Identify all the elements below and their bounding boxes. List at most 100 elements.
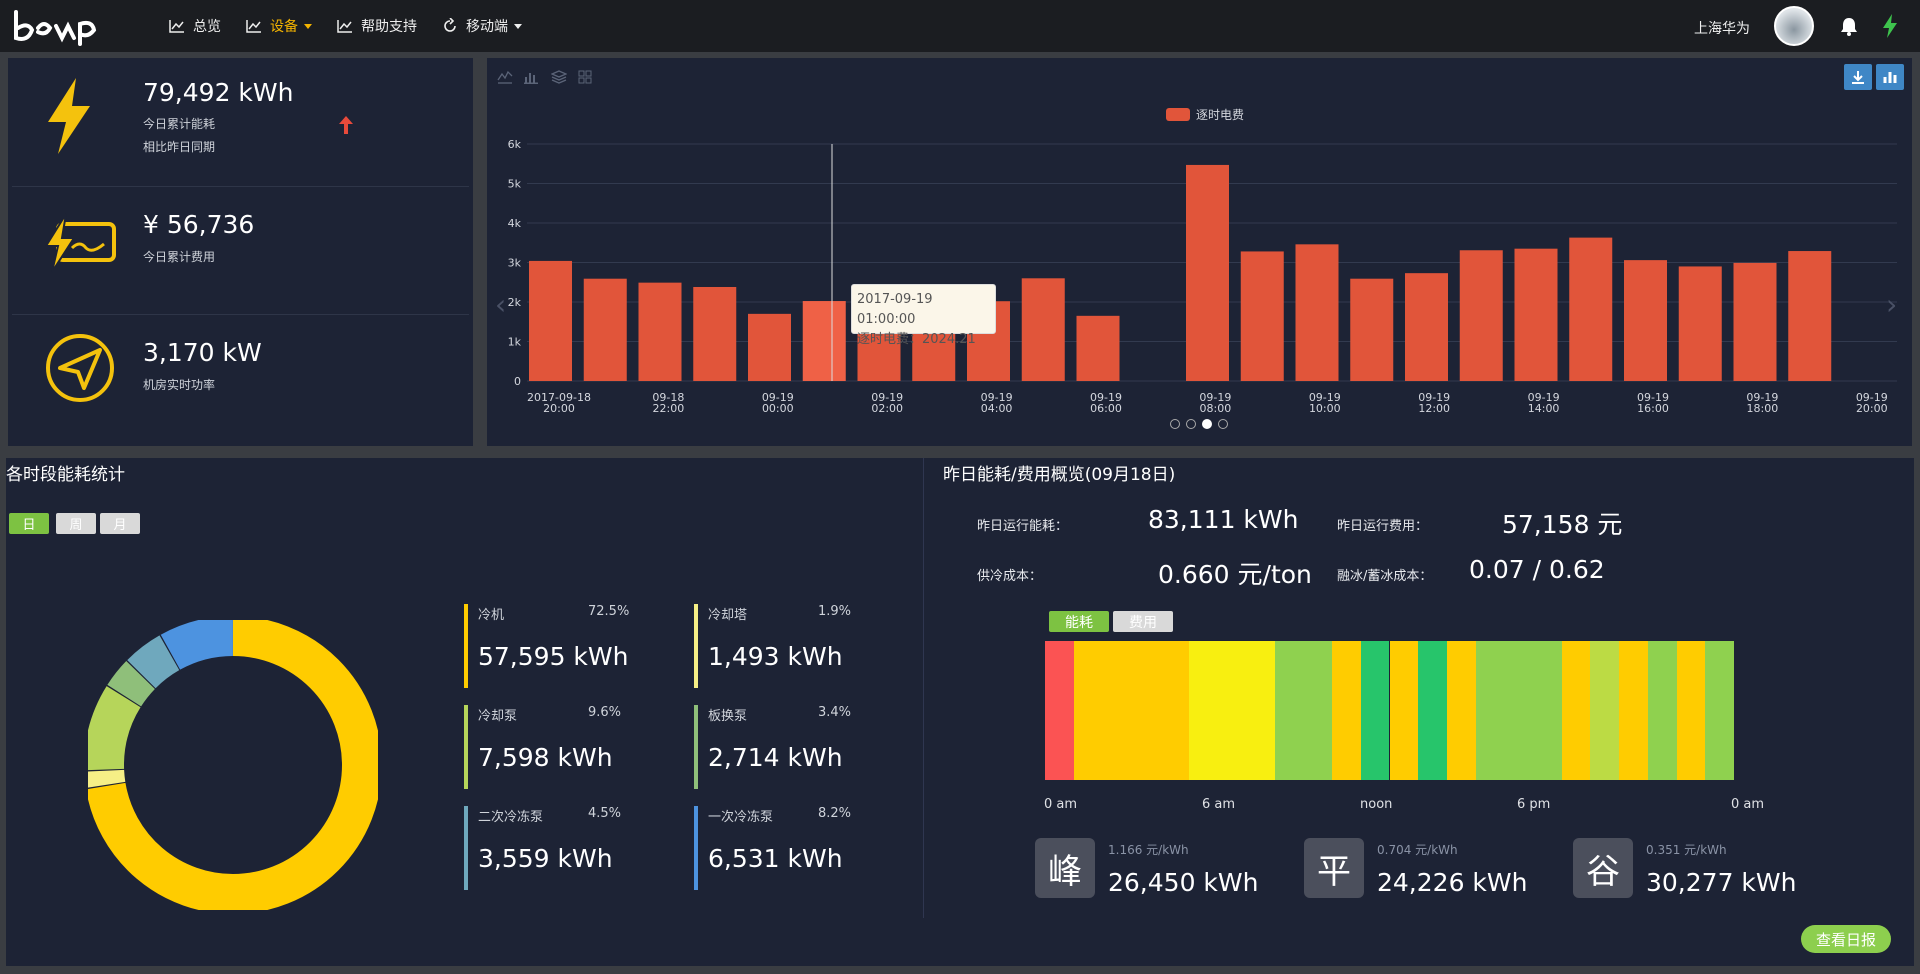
- bar[interactable]: [1350, 278, 1394, 381]
- caret-down-icon: [514, 23, 522, 29]
- arrow-up-icon: [339, 116, 353, 134]
- bar[interactable]: [1733, 262, 1777, 381]
- kpi-power: 3,170 kW 机房实时功率: [8, 314, 473, 440]
- yesterday-energy-value: 83,111 kWh: [1148, 505, 1299, 534]
- bar[interactable]: [583, 278, 627, 381]
- bar[interactable]: [1021, 278, 1065, 381]
- avatar[interactable]: [1774, 6, 1814, 46]
- tab-cost[interactable]: 费用: [1113, 611, 1173, 632]
- flat-value: 24,226 kWh: [1377, 868, 1528, 897]
- x-tick-label: 04:00: [981, 402, 1013, 415]
- kpi-cost-label: 今日累计费用: [143, 250, 216, 264]
- bar[interactable]: [1186, 164, 1229, 381]
- stat-name: 板换泵: [708, 709, 748, 724]
- user-name[interactable]: 上海华为: [1694, 18, 1750, 38]
- chart-prev-arrow[interactable]: ‹: [495, 288, 506, 321]
- timeline-segment[interactable]: [1590, 641, 1620, 780]
- power-status-icon[interactable]: [1882, 14, 1898, 38]
- bar[interactable]: [1514, 248, 1558, 381]
- bar[interactable]: [1569, 237, 1613, 381]
- timeline-segment[interactable]: [1332, 641, 1361, 780]
- timeline-segment[interactable]: [1389, 641, 1419, 780]
- y-tick-label: 2k: [508, 296, 522, 309]
- timeline-segment[interactable]: [1705, 641, 1734, 780]
- nav-overview-label: 总览: [193, 19, 221, 35]
- chart-next-arrow[interactable]: ›: [1886, 288, 1897, 321]
- section-divider: [923, 458, 924, 918]
- timeline-segment[interactable]: [1360, 641, 1390, 780]
- stat-plate-exchanger-pump: 板换泵 3.4% 2,714 kWh: [694, 705, 894, 789]
- nav-help[interactable]: 帮助支持: [337, 0, 417, 52]
- period-day-button[interactable]: 日: [9, 513, 49, 534]
- bell-icon[interactable]: [1840, 16, 1858, 36]
- x-tick-label: 20:00: [1856, 402, 1888, 415]
- bar[interactable]: [1624, 260, 1667, 381]
- logo[interactable]: [12, 6, 102, 46]
- valley-rate: 0.351 元/kWh: [1646, 843, 1727, 857]
- nav-overview[interactable]: 总览: [169, 0, 221, 52]
- timeline-segment[interactable]: [1475, 641, 1562, 780]
- line-chart-icon: [169, 20, 184, 33]
- bar[interactable]: [529, 260, 572, 381]
- bar[interactable]: [1076, 315, 1120, 381]
- bar[interactable]: [1678, 266, 1722, 381]
- view-daily-report-button[interactable]: 查看日报: [1801, 925, 1891, 953]
- timeline-segment[interactable]: [1619, 641, 1648, 780]
- pager-dot[interactable]: [1218, 419, 1228, 429]
- ice-cost-value: 0.07 / 0.62: [1469, 555, 1605, 584]
- peak-rate: 1.166 元/kWh: [1108, 843, 1189, 857]
- timeline-segment[interactable]: [1446, 641, 1476, 780]
- nav-equipment-label: 设备: [270, 19, 298, 35]
- x-tick-label: 22:00: [653, 402, 685, 415]
- nav-mobile[interactable]: 移动端: [442, 0, 522, 52]
- stat-color-bar: [694, 806, 698, 890]
- bar[interactable]: [1240, 251, 1284, 381]
- caret-down-icon: [304, 23, 312, 29]
- pager-dot[interactable]: [1186, 419, 1196, 429]
- y-tick-label: 4k: [508, 217, 522, 230]
- kpi-power-label: 机房实时功率: [143, 378, 216, 392]
- stat-color-bar: [464, 806, 468, 890]
- timeline-segment[interactable]: [1676, 641, 1706, 780]
- peak-badge: 峰: [1035, 838, 1095, 898]
- bar[interactable]: [693, 286, 737, 381]
- bar[interactable]: [1295, 244, 1339, 381]
- bar[interactable]: [1405, 273, 1448, 381]
- bar[interactable]: [802, 301, 846, 381]
- stat-color-bar: [694, 705, 698, 789]
- pager-dot[interactable]: [1170, 419, 1180, 429]
- bar[interactable]: [1788, 251, 1832, 381]
- timeline-segment[interactable]: [1561, 641, 1591, 780]
- pager-dot-active[interactable]: [1202, 419, 1212, 429]
- timeline-segment[interactable]: [1647, 641, 1677, 780]
- timeline-segment[interactable]: [1418, 641, 1447, 780]
- bar[interactable]: [1459, 250, 1503, 381]
- stat-percent: 3.4%: [818, 705, 852, 720]
- stat-name: 二次冷冻泵: [478, 810, 544, 825]
- yesterday-cost-label: 昨日运行费用：: [1337, 519, 1429, 534]
- x-tick-label: 08:00: [1200, 402, 1232, 415]
- bottom-panel: 各时段能耗统计 日 周 月 冷机 72.5% 57,595 kWh 冷却塔 1.…: [6, 458, 1914, 966]
- timeline-tick: noon: [1360, 797, 1393, 812]
- nav-equipment[interactable]: 设备: [246, 0, 312, 52]
- legend-label[interactable]: 逐时电费: [1196, 108, 1244, 122]
- timeline-segment[interactable]: [1073, 641, 1189, 780]
- bar[interactable]: [748, 313, 791, 381]
- stat-value: 6,531 kWh: [708, 844, 843, 873]
- period-month-button[interactable]: 月: [100, 513, 140, 534]
- stat-cooling-tower: 冷却塔 1.9% 1,493 kWh: [694, 604, 894, 688]
- timeline-segment[interactable]: [1045, 641, 1074, 780]
- stat-color-bar: [694, 604, 698, 688]
- bar[interactable]: [638, 282, 682, 381]
- tab-energy[interactable]: 能耗: [1049, 611, 1109, 632]
- valley-value: 30,277 kWh: [1646, 868, 1797, 897]
- timeline-segment[interactable]: [1188, 641, 1275, 780]
- timeline-segment[interactable]: [1274, 641, 1333, 780]
- y-tick-label: 0: [514, 375, 521, 388]
- period-week-button[interactable]: 周: [56, 513, 96, 534]
- x-tick-label: 14:00: [1528, 402, 1560, 415]
- chart-tooltip: 2017-09-19 01:00:00 逐时电费：2024.21: [851, 284, 996, 347]
- stat-value: 3,559 kWh: [478, 844, 613, 873]
- x-tick-label: 06:00: [1090, 402, 1122, 415]
- valley-badge: 谷: [1573, 838, 1633, 898]
